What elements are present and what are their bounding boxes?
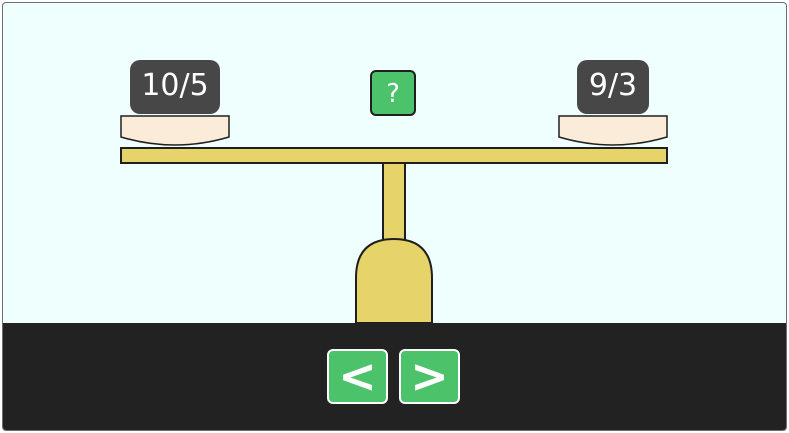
left-pan — [120, 115, 230, 146]
next-button[interactable]: > — [399, 349, 460, 404]
scale-post — [382, 162, 406, 244]
right-pan — [558, 115, 668, 146]
balance-scene: 10/5 9/3 ? — [3, 3, 786, 324]
scale-beam — [120, 147, 668, 164]
right-weight[interactable]: 9/3 — [577, 60, 649, 114]
prev-button[interactable]: < — [327, 349, 388, 404]
scale-base — [355, 237, 433, 324]
compare-button[interactable]: ? — [370, 70, 416, 116]
balance-scale — [120, 115, 668, 324]
game-frame: 10/5 9/3 ? < > — [2, 2, 787, 431]
left-weight[interactable]: 10/5 — [130, 60, 220, 114]
bottom-bar: < > — [3, 323, 786, 430]
